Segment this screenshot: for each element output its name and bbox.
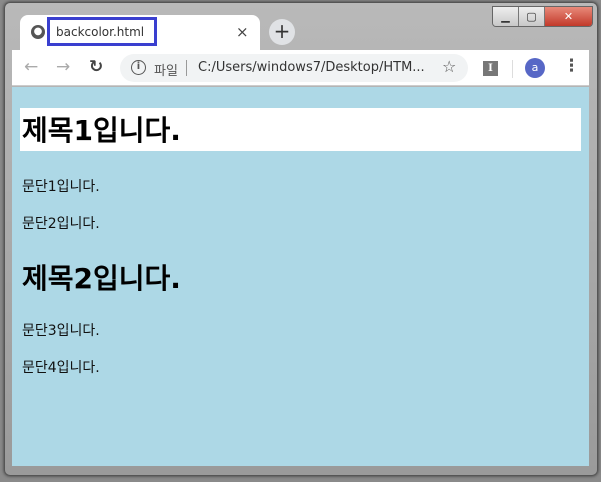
url-text[interactable]: C:/Users/windows7/Desktop/HTM...	[198, 60, 425, 75]
page-content: 제목1입니다. 문단1입니다. 문단2입니다. 제목2입니다. 문단3입니다. …	[12, 87, 589, 466]
profile-avatar[interactable]: a	[525, 58, 545, 78]
paragraph-3: 문단3입니다.	[22, 323, 100, 339]
close-window-button[interactable]: ✕	[545, 7, 592, 26]
heading-1: 제목1입니다.	[20, 108, 581, 151]
globe-icon: ●	[31, 25, 45, 39]
back-button[interactable]: ←	[24, 57, 38, 77]
reload-button[interactable]: ↻	[89, 57, 103, 77]
browser-tab[interactable]: ● backcolor.html ×	[20, 15, 260, 51]
extension-icon[interactable]: I	[483, 61, 498, 76]
divider	[186, 60, 187, 76]
maximize-button[interactable]: ▢	[519, 7, 545, 26]
info-icon[interactable]: i	[131, 60, 146, 75]
tab-close-icon[interactable]: ×	[236, 23, 249, 41]
menu-icon[interactable]: ⋮	[563, 56, 580, 76]
paragraph-1: 문단1입니다.	[22, 179, 100, 195]
divider	[512, 60, 513, 78]
new-tab-button[interactable]: +	[269, 19, 295, 45]
tab-title: backcolor.html	[47, 17, 157, 46]
toolbar: ← → ↻ i 파일 C:/Users/windows7/Desktop/HTM…	[12, 50, 589, 86]
heading-2: 제목2입니다.	[22, 262, 181, 295]
paragraph-4: 문단4입니다.	[22, 360, 100, 376]
bookmark-star-icon[interactable]: ☆	[442, 57, 456, 76]
minimize-button[interactable]: ▁	[493, 7, 519, 26]
forward-button[interactable]: →	[56, 57, 70, 77]
scheme-label: 파일	[154, 64, 178, 79]
window-controls: ▁ ▢ ✕	[492, 6, 593, 27]
paragraph-2: 문단2입니다.	[22, 216, 100, 232]
address-bar[interactable]: i 파일 C:/Users/windows7/Desktop/HTM... ☆	[120, 54, 468, 82]
